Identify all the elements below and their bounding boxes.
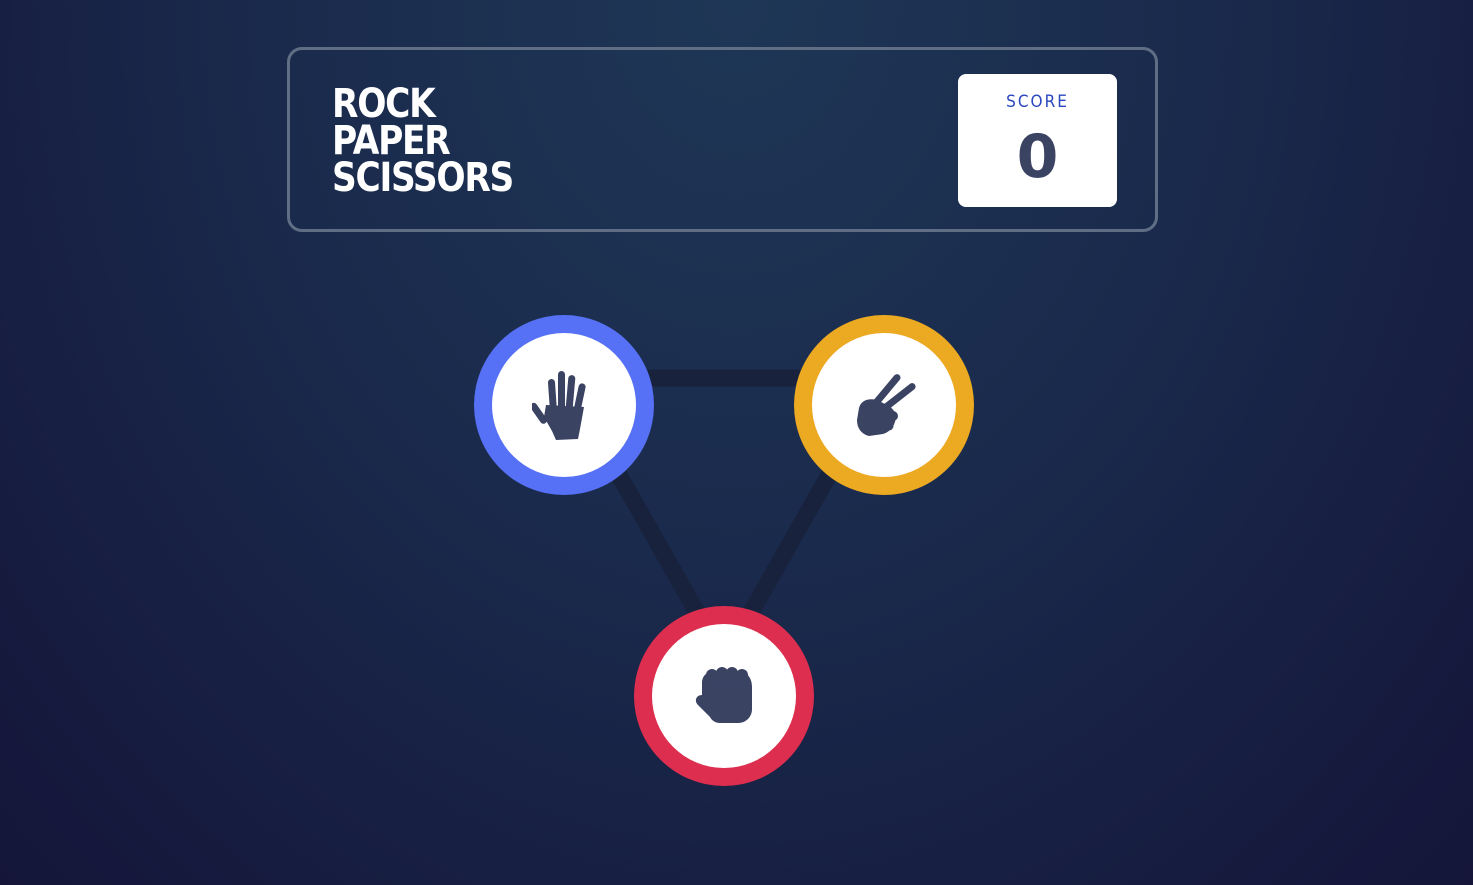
rock-choice-inner bbox=[652, 624, 796, 768]
paper-choice-inner bbox=[492, 333, 636, 477]
score-value: 0 bbox=[1016, 122, 1059, 192]
paper-choice-button[interactable] bbox=[474, 315, 654, 495]
scissors-choice-button[interactable] bbox=[794, 315, 974, 495]
scissors-choice-inner bbox=[812, 333, 956, 477]
title-line-scissors: SCISSORS bbox=[332, 155, 514, 201]
game-title: ROCK PAPER SCISSORS bbox=[332, 84, 514, 201]
score-label: SCORE bbox=[1006, 92, 1069, 112]
score-box: SCORE 0 bbox=[958, 74, 1117, 207]
paper-hand-icon bbox=[532, 371, 586, 440]
header-panel: ROCK PAPER SCISSORS SCORE 0 bbox=[287, 47, 1158, 232]
scissors-hand-icon bbox=[857, 374, 916, 436]
rock-fist-icon bbox=[695, 667, 752, 723]
rock-choice-button[interactable] bbox=[634, 606, 814, 786]
